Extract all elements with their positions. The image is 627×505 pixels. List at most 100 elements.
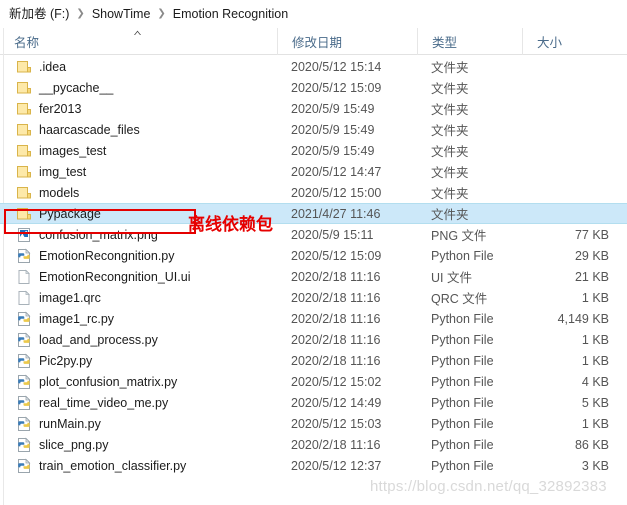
file-date-cell: 2020/2/18 11:16: [277, 350, 417, 371]
python-file-icon: [16, 248, 32, 264]
file-size-label: 5 KB: [581, 395, 609, 410]
file-row[interactable]: image1.qrc 2020/2/18 11:16 QRC 文件 1 KB: [0, 287, 627, 308]
file-name-cell[interactable]: slice_png.py: [0, 434, 277, 455]
file-row[interactable]: load_and_process.py 2020/2/18 11:16 Python…: [0, 329, 627, 350]
file-date-label: 2021/4/27 11:46: [291, 206, 381, 221]
folder-icon: [16, 59, 32, 75]
file-row[interactable]: confusion_matrix.png 2020/5/9 15:11 PNG 文件…: [0, 224, 627, 245]
file-date-cell: 2020/2/18 11:16: [277, 266, 417, 287]
file-type-label: 文件夹: [431, 208, 469, 222]
file-row[interactable]: plot_confusion_matrix.py 2020/5/12 15:02 P…: [0, 371, 627, 392]
folder-icon: [16, 164, 32, 180]
file-row[interactable]: __pycache__ 2020/5/12 15:09 文件夹: [0, 77, 627, 98]
file-type-label: 文件夹: [431, 82, 469, 96]
file-type-cell: 文件夹: [417, 98, 522, 119]
file-name-cell[interactable]: haarcascade_files: [0, 119, 277, 140]
file-date-label: 2020/2/18 11:16: [291, 290, 381, 305]
file-size-cell: 3 KB: [522, 455, 627, 476]
file-row[interactable]: runMain.py 2020/5/12 15:03 Python File 1 KB: [0, 413, 627, 434]
file-name-cell[interactable]: models: [0, 182, 277, 203]
file-name-cell[interactable]: EmotionRecongnition_UI.ui: [0, 266, 277, 287]
file-size-label: 29 KB: [574, 248, 609, 263]
file-type-cell: Python File: [417, 434, 522, 455]
folder-icon: [16, 101, 32, 117]
file-name-cell[interactable]: load_and_process.py: [0, 329, 277, 350]
file-row[interactable]: EmotionRecongnition_UI.ui 2020/2/18 11:16…: [0, 266, 627, 287]
python-file-icon: [16, 395, 32, 411]
file-date-cell: 2020/2/18 11:16: [277, 287, 417, 308]
file-name-cell[interactable]: fer2013: [0, 98, 277, 119]
file-name-cell[interactable]: images_test: [0, 140, 277, 161]
file-row[interactable]: .idea 2020/5/12 15:14 文件夹: [0, 56, 627, 77]
column-header-type[interactable]: 类型: [417, 27, 522, 55]
file-name-cell[interactable]: EmotionRecongnition.py: [0, 245, 277, 266]
breadcrumb-chevron-icon[interactable]: ❯: [74, 6, 86, 22]
file-type-cell: Python File: [417, 392, 522, 413]
file-type-cell: Python File: [417, 371, 522, 392]
file-size-cell: [522, 182, 627, 203]
file-size-cell: 86 KB: [522, 434, 627, 455]
file-name-label: img_test: [39, 164, 87, 179]
file-type-cell: Python File: [417, 329, 522, 350]
column-header-name-label: 名称: [14, 35, 40, 50]
file-name-cell[interactable]: plot_confusion_matrix.py: [0, 371, 277, 392]
python-file-icon: [16, 458, 32, 474]
file-type-cell: QRC 文件: [417, 287, 522, 308]
file-date-label: 2020/5/12 14:49: [291, 395, 382, 410]
file-name-cell[interactable]: image1_rc.py: [0, 308, 277, 329]
breadcrumb-chevron-icon[interactable]: ❯: [155, 6, 167, 22]
file-name-cell[interactable]: __pycache__: [0, 77, 277, 98]
file-size-label: 21 KB: [574, 269, 609, 284]
file-type-label: 文件夹: [431, 145, 469, 159]
file-type-label: 文件夹: [431, 103, 469, 117]
file-size-cell: [522, 77, 627, 98]
file-name-label: real_time_video_me.py: [39, 395, 169, 410]
file-row[interactable]: haarcascade_files 2020/5/9 15:49 文件夹: [0, 119, 627, 140]
file-name-label: models: [39, 185, 80, 200]
column-header-size[interactable]: 大小: [522, 27, 627, 55]
breadcrumb[interactable]: 新加卷 (F:) ❯ ShowTime ❯ Emotion Recognitio…: [0, 0, 627, 28]
file-row[interactable]: real_time_video_me.py 2020/5/12 14:49 Pyth…: [0, 392, 627, 413]
file-type-label: Python File: [431, 374, 494, 389]
file-name-cell[interactable]: image1.qrc: [0, 287, 277, 308]
file-name-label: __pycache__: [39, 80, 114, 95]
file-name-cell[interactable]: Pic2py.py: [0, 350, 277, 371]
file-name-cell[interactable]: train_emotion_classifier.py: [0, 455, 277, 476]
file-name-cell[interactable]: img_test: [0, 161, 277, 182]
file-type-cell: 文件夹: [417, 161, 522, 182]
file-row[interactable]: slice_png.py 2020/2/18 11:16 Python File 86…: [0, 434, 627, 455]
file-date-label: 2020/5/12 15:09: [291, 248, 382, 263]
file-type-label: Python File: [431, 353, 494, 368]
breadcrumb-item-current[interactable]: Emotion Recognition: [168, 4, 293, 24]
file-row[interactable]: fer2013 2020/5/9 15:49 文件夹: [0, 98, 627, 119]
file-type-label: Python File: [431, 416, 494, 431]
python-file-icon: [16, 437, 32, 453]
file-date-label: 2020/5/12 14:47: [291, 164, 382, 179]
file-size-cell: [522, 119, 627, 140]
file-name-cell[interactable]: runMain.py: [0, 413, 277, 434]
file-name-cell[interactable]: .idea: [0, 56, 277, 77]
file-name-cell[interactable]: real_time_video_me.py: [0, 392, 277, 413]
file-row[interactable]: Pic2py.py 2020/2/18 11:16 Python File 1 KB: [0, 350, 627, 371]
breadcrumb-item-showtime[interactable]: ShowTime: [87, 4, 156, 24]
file-date-cell: 2020/5/12 14:49: [277, 392, 417, 413]
file-name-label: fer2013: [39, 101, 82, 116]
file-date-label: 2020/2/18 11:16: [291, 437, 381, 452]
file-type-label: Python File: [431, 332, 494, 347]
file-row[interactable]: EmotionRecongnition.py 2020/5/12 15:09 Pyt…: [0, 245, 627, 266]
breadcrumb-item-drive[interactable]: 新加卷 (F:): [4, 4, 74, 24]
file-list[interactable]: .idea 2020/5/12 15:14 文件夹 __pycache__ 2020/5…: [0, 55, 627, 476]
file-row[interactable]: Pypackage 2021/4/27 11:46 文件夹: [0, 203, 627, 224]
file-row[interactable]: images_test 2020/5/9 15:49 文件夹: [0, 140, 627, 161]
file-name-label: Pic2py.py: [39, 353, 93, 368]
file-date-cell: 2020/2/18 11:16: [277, 434, 417, 455]
file-row[interactable]: image1_rc.py 2020/2/18 11:16 Python File 4,…: [0, 308, 627, 329]
file-type-cell: Python File: [417, 308, 522, 329]
file-type-label: 文件夹: [431, 61, 469, 75]
file-row[interactable]: train_emotion_classifier.py 2020/5/12 12:…: [0, 455, 627, 476]
file-row[interactable]: img_test 2020/5/12 14:47 文件夹: [0, 161, 627, 182]
file-name-label: image1.qrc: [39, 290, 101, 305]
file-row[interactable]: models 2020/5/12 15:00 文件夹: [0, 182, 627, 203]
file-type-cell: PNG 文件: [417, 224, 522, 245]
column-header-date[interactable]: 修改日期: [277, 27, 417, 55]
